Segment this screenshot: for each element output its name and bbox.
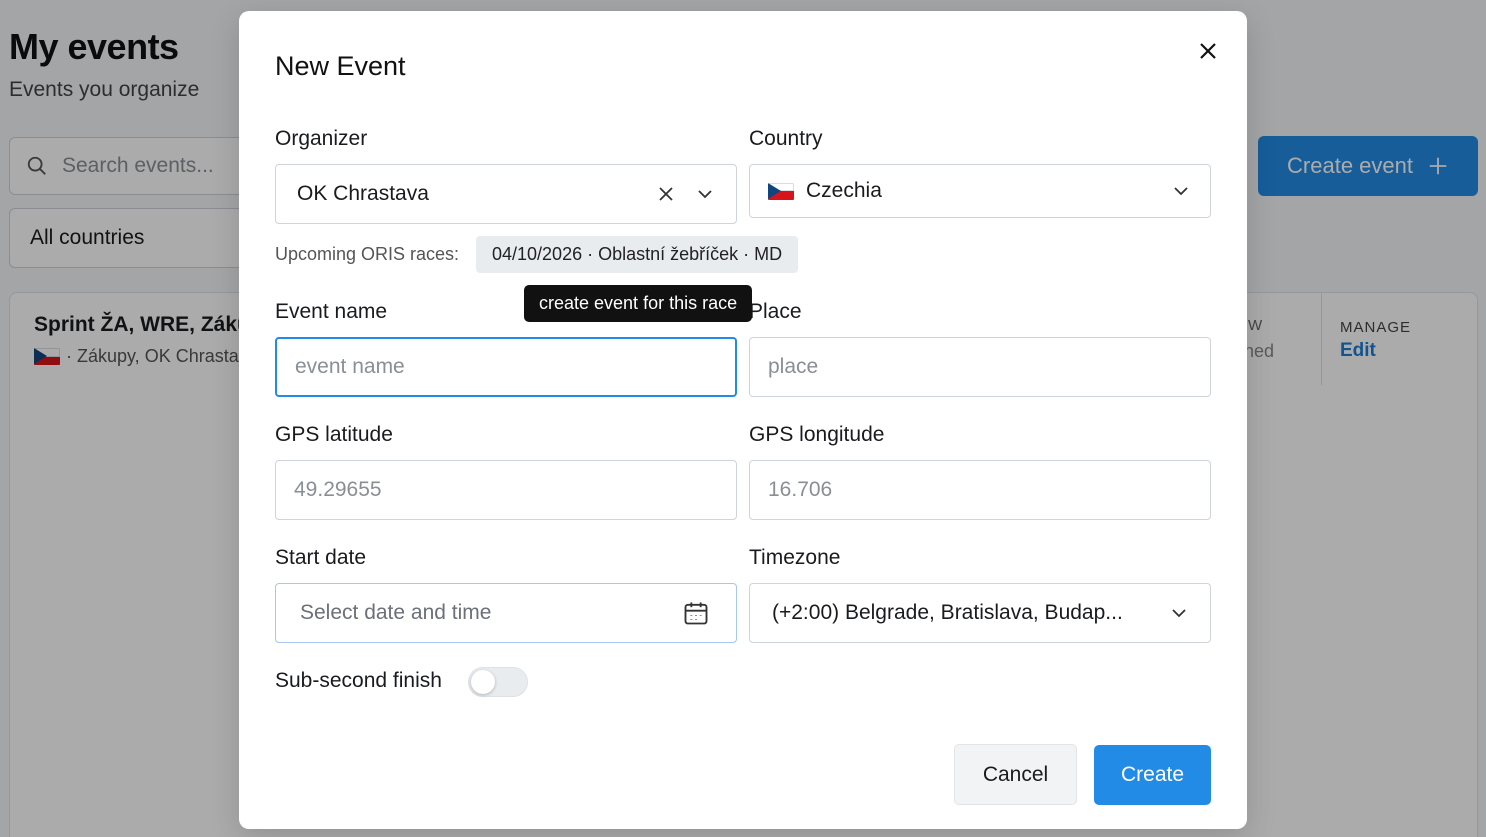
organizer-select[interactable]: OK Chrastava <box>275 164 737 224</box>
oris-race-chip[interactable]: 04/10/2026 · Oblastní žebříček · MD <box>476 236 799 273</box>
timezone-value: (+2:00) Belgrade, Bratislava, Budap... <box>772 601 1123 624</box>
chevron-down-icon[interactable] <box>696 185 714 203</box>
gps-latitude-label: GPS latitude <box>275 423 393 446</box>
cancel-button[interactable]: Cancel <box>954 744 1077 805</box>
create-button[interactable]: Create <box>1094 745 1211 805</box>
gps-longitude-label: GPS longitude <box>749 423 885 446</box>
country-label: Country <box>749 127 823 150</box>
new-event-modal: New Event Organizer OK Chrastava Country… <box>239 11 1247 829</box>
organizer-label: Organizer <box>275 127 368 150</box>
place-field[interactable] <box>749 337 1211 397</box>
clear-icon[interactable] <box>658 186 674 202</box>
chevron-down-icon <box>1172 609 1186 618</box>
place-input[interactable] <box>750 338 1210 396</box>
timezone-label: Timezone <box>749 546 841 569</box>
place-label: Place <box>749 300 802 323</box>
modal-title: New Event <box>275 51 406 81</box>
close-icon <box>1200 43 1216 59</box>
close-button[interactable] <box>1193 36 1223 66</box>
country-select[interactable]: Czechia <box>749 164 1211 218</box>
oris-races-label: Upcoming ORIS races: <box>275 244 460 264</box>
gps-latitude-field[interactable] <box>275 460 737 520</box>
toggle-knob <box>471 670 495 694</box>
oris-tooltip: create event for this race <box>524 285 753 322</box>
start-date-label: Start date <box>275 546 367 569</box>
event-name-field[interactable] <box>275 337 737 397</box>
start-date-placeholder: Select date and time <box>300 601 492 624</box>
gps-longitude-field[interactable] <box>749 460 1211 520</box>
chevron-down-icon <box>1174 187 1188 196</box>
sub-second-label: Sub-second finish <box>275 669 442 692</box>
gps-latitude-input[interactable] <box>276 461 736 519</box>
gps-longitude-input[interactable] <box>750 461 1210 519</box>
event-name-input[interactable] <box>277 339 735 395</box>
start-date-picker[interactable]: Select date and time <box>275 583 737 643</box>
event-name-label: Event name <box>275 300 388 323</box>
organizer-value: OK Chrastava <box>297 182 429 205</box>
timezone-select[interactable]: (+2:00) Belgrade, Bratislava, Budap... <box>749 583 1211 643</box>
sub-second-toggle[interactable] <box>468 667 528 697</box>
czech-flag-icon <box>768 182 794 200</box>
calendar-icon <box>684 602 708 625</box>
country-value: Czechia <box>806 179 882 202</box>
